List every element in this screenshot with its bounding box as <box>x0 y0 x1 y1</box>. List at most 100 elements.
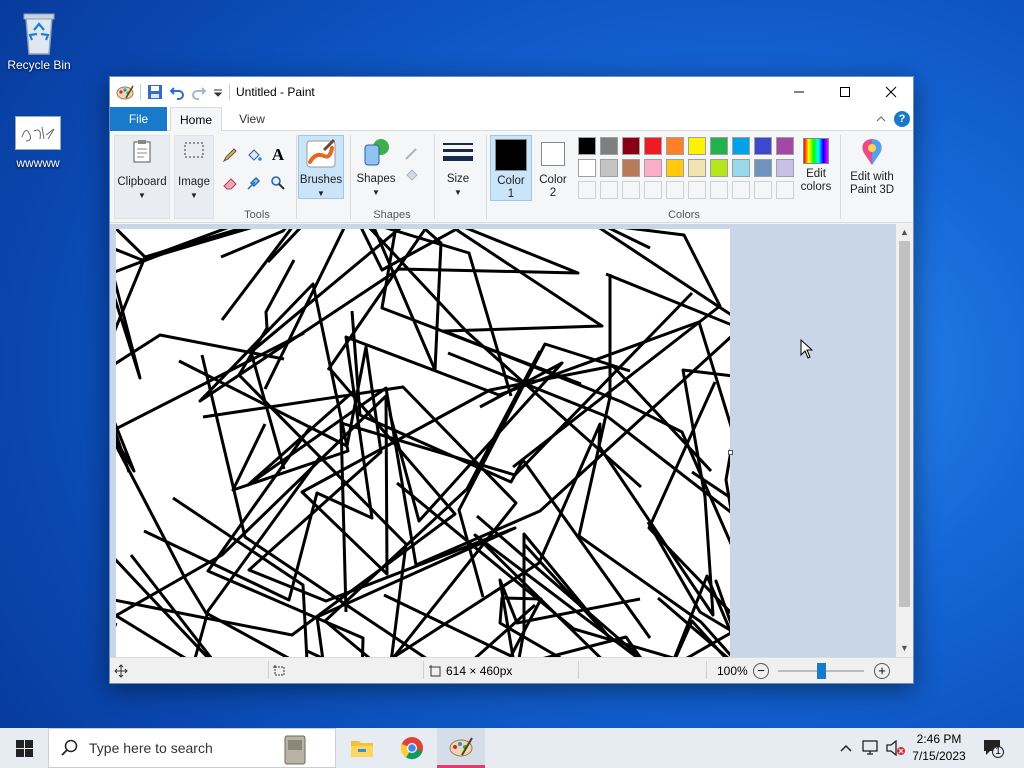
undo-icon[interactable] <box>169 84 185 100</box>
status-divider <box>423 661 424 679</box>
custom-color-swatch[interactable] <box>776 181 794 199</box>
redo-icon[interactable] <box>191 84 207 100</box>
custom-color-swatch[interactable] <box>600 181 618 199</box>
color-swatch[interactable] <box>732 159 750 177</box>
color-swatch[interactable] <box>622 137 640 155</box>
color1-label: Color <box>497 175 525 187</box>
clock-date: 7/15/2023 <box>912 749 966 763</box>
color-swatch[interactable] <box>600 159 618 177</box>
volume-muted-icon[interactable] <box>886 740 906 756</box>
desktop-icon-wwwww[interactable]: wwwww <box>0 116 76 170</box>
color-swatch[interactable] <box>600 137 618 155</box>
taskbar-chrome[interactable] <box>388 728 436 768</box>
color-swatch[interactable] <box>578 137 596 155</box>
color-swatch[interactable] <box>622 159 640 177</box>
search-box[interactable]: Type here to search <box>48 728 336 768</box>
outline-button[interactable] <box>402 143 422 163</box>
taskbar-paint[interactable] <box>437 728 485 768</box>
scroll-up-button[interactable]: ▲ <box>896 224 913 241</box>
text-tool[interactable]: A <box>268 145 288 165</box>
zoom-level: 100% <box>717 664 748 678</box>
custom-color-swatch[interactable] <box>644 181 662 199</box>
custom-color-swatch[interactable] <box>710 181 728 199</box>
color-swatch[interactable] <box>776 159 794 177</box>
brush-stroke <box>116 229 513 397</box>
save-icon[interactable] <box>147 84 163 100</box>
color1-button[interactable]: Color 1 <box>490 135 532 201</box>
close-button[interactable] <box>868 77 914 107</box>
canvas-resize-handle[interactable] <box>728 450 733 455</box>
help-button[interactable]: ? <box>894 111 910 127</box>
ribbon: Clipboard ▼ Image ▼ A Tools Brushes ▼ Sh… <box>110 131 913 223</box>
scroll-thumb[interactable] <box>899 241 910 607</box>
minimize-button[interactable] <box>776 77 822 107</box>
color-swatch[interactable] <box>688 159 706 177</box>
maximize-icon <box>840 87 850 97</box>
clock[interactable]: 2:46 PM 7/15/2023 <box>906 731 972 765</box>
brush-stroke <box>116 279 213 657</box>
maximize-button[interactable] <box>822 77 868 107</box>
taskbar-file-explorer[interactable] <box>338 728 386 768</box>
zoom-in-button[interactable]: + <box>874 663 890 679</box>
close-icon <box>885 86 897 98</box>
vertical-scrollbar[interactable]: ▲ ▼ <box>896 224 913 657</box>
clipboard-group: Clipboard ▼ <box>114 131 172 223</box>
edit-colors-button[interactable]: Edit colors <box>796 135 836 201</box>
custom-color-swatch[interactable] <box>666 181 684 199</box>
fill-tool[interactable] <box>244 145 264 165</box>
image-button[interactable]: Image ▼ <box>174 135 214 219</box>
fill-button[interactable] <box>402 165 422 185</box>
tab-file[interactable]: File <box>110 107 167 131</box>
selection-size-icon <box>273 665 285 676</box>
chevron-down-icon: ▼ <box>317 189 325 198</box>
custom-color-swatch[interactable] <box>754 181 772 199</box>
zoom-slider-thumb[interactable] <box>817 663 826 679</box>
color-swatch[interactable] <box>776 137 794 155</box>
shapes-group: Shapes ▼ Shapes <box>352 131 432 223</box>
search-highlight-icon <box>284 735 306 765</box>
drawing-canvas[interactable] <box>116 229 730 657</box>
image-file-icon <box>15 116 61 150</box>
chevron-up-icon: ▲ <box>900 227 909 237</box>
custom-color-swatch[interactable] <box>732 181 750 199</box>
chrome-icon <box>400 737 423 760</box>
clipboard-icon <box>133 140 151 163</box>
collapse-ribbon-icon[interactable] <box>875 114 887 124</box>
clipboard-button[interactable]: Clipboard ▼ <box>114 135 170 219</box>
color-swatch[interactable] <box>644 159 662 177</box>
ribbon-separator <box>486 135 487 219</box>
color-swatch[interactable] <box>644 137 662 155</box>
show-hidden-icons-icon[interactable] <box>839 742 853 754</box>
tab-home[interactable]: Home <box>170 107 222 132</box>
color1-number: 1 <box>507 188 515 200</box>
color-swatch[interactable] <box>666 137 684 155</box>
start-button[interactable] <box>0 728 48 768</box>
color-swatch[interactable] <box>688 137 706 155</box>
color-swatch[interactable] <box>578 159 596 177</box>
customize-quick-access-icon[interactable] <box>213 84 223 100</box>
color-swatch[interactable] <box>732 137 750 155</box>
magnifier-tool[interactable] <box>268 173 288 193</box>
size-button[interactable]: Size ▼ <box>438 135 478 199</box>
tab-view[interactable]: View <box>230 107 274 131</box>
custom-color-swatch[interactable] <box>688 181 706 199</box>
custom-color-swatch[interactable] <box>622 181 640 199</box>
pencil-tool[interactable] <box>220 145 240 165</box>
custom-color-swatch[interactable] <box>578 181 596 199</box>
desktop-icon-recycle-bin[interactable]: Recycle Bin <box>1 8 77 72</box>
edit-with-paint3d-button[interactable]: Edit with Paint 3D <box>844 135 900 201</box>
notification-center-button[interactable]: 1 <box>982 737 1004 759</box>
color-swatch[interactable] <box>754 159 772 177</box>
color-swatch[interactable] <box>754 137 772 155</box>
color2-button[interactable]: Color 2 <box>534 135 572 201</box>
zoom-out-button[interactable]: − <box>753 663 769 679</box>
color-picker-tool[interactable] <box>244 173 264 193</box>
eraser-tool[interactable] <box>220 173 240 193</box>
shapes-button[interactable]: Shapes ▼ <box>354 135 398 199</box>
color-swatch[interactable] <box>710 137 728 155</box>
color-swatch[interactable] <box>666 159 684 177</box>
scroll-down-button[interactable]: ▼ <box>896 640 913 657</box>
color-swatch[interactable] <box>710 159 728 177</box>
network-icon[interactable] <box>862 740 880 756</box>
brushes-button[interactable]: Brushes ▼ <box>298 135 344 199</box>
